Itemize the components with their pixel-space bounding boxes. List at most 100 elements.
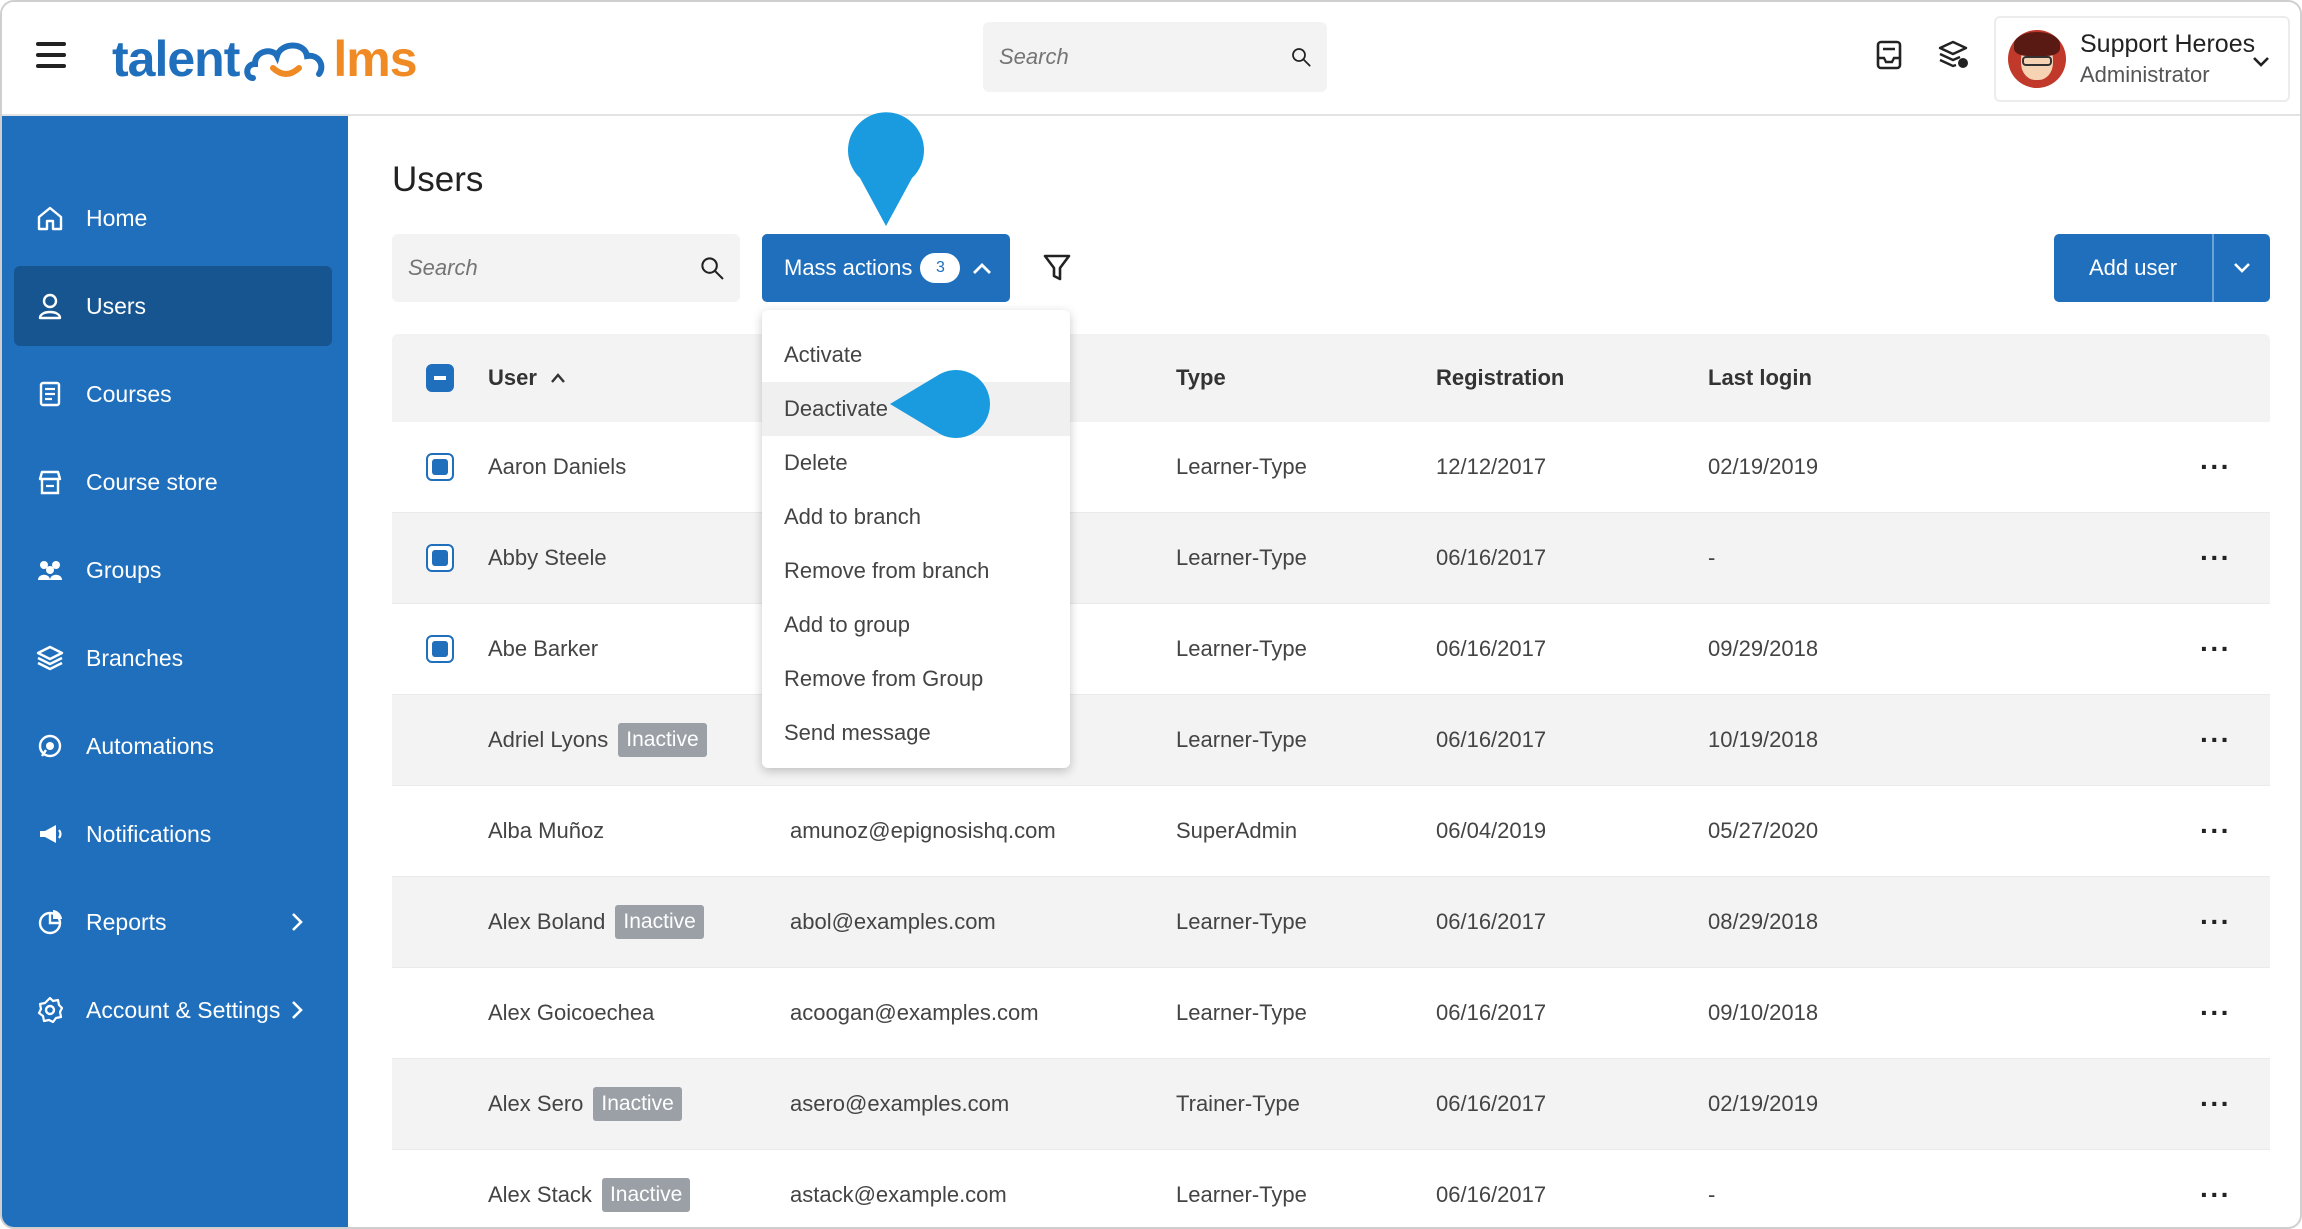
last-login-cell: 08/29/2018 (1708, 909, 1819, 934)
global-search[interactable] (983, 22, 1327, 92)
menu-item-remove-from-branch[interactable]: Remove from branch (762, 544, 1070, 598)
step-4-marker (890, 370, 990, 438)
mass-actions-label: Mass actions (784, 255, 913, 280)
type-cell: Learner-Type (1176, 545, 1307, 570)
type-cell: Learner-Type (1176, 454, 1307, 479)
inbox-icon[interactable] (1872, 38, 1906, 72)
type-cell: Trainer-Type (1176, 1091, 1300, 1116)
user-name-cell[interactable]: Adriel Lyons (488, 727, 608, 753)
sidebar-item-users[interactable]: Users (14, 266, 332, 346)
book-icon (39, 381, 61, 407)
sidebar-item-label: Courses (86, 380, 172, 407)
more-options-icon[interactable]: ··· (2200, 815, 2231, 847)
sidebar-item-account-settings[interactable]: Account & Settings (14, 970, 332, 1050)
menu-icon[interactable] (36, 42, 66, 68)
sort-asc-icon (551, 373, 565, 383)
mass-actions-button[interactable]: Mass actions 3 (762, 234, 1010, 302)
chevron-down-icon[interactable] (2250, 50, 2272, 72)
sidebar-item-label: Groups (86, 556, 162, 583)
user-name-cell[interactable]: Alba Muñoz (488, 818, 604, 844)
more-options-icon[interactable]: ··· (2200, 1179, 2231, 1211)
add-user-dropdown-toggle[interactable] (2214, 234, 2270, 302)
row-checkbox[interactable] (426, 453, 454, 481)
user-name-cell[interactable]: Alex Boland (488, 909, 605, 935)
search-icon[interactable] (700, 253, 724, 283)
type-cell: SuperAdmin (1176, 818, 1298, 843)
last-login-cell: 10/19/2018 (1708, 727, 1819, 752)
sidebar-item-label: Account & Settings (86, 996, 281, 1023)
sidebar-item-reports[interactable]: Reports (14, 882, 332, 962)
users-table: User Type Registration Last login Aaron … (392, 334, 2270, 1227)
more-options-icon[interactable]: ··· (2200, 633, 2231, 665)
more-options-icon[interactable]: ··· (2200, 1088, 2231, 1120)
menu-item-delete[interactable]: Delete (762, 436, 1070, 490)
table-row[interactable]: Alex Boland Inactive abol@examples.com Lear… (392, 877, 2270, 968)
sidebar-item-notifications[interactable]: Notifications (14, 794, 332, 874)
user-menu[interactable]: Support Heroes Administrator (1994, 16, 2290, 102)
more-options-icon[interactable]: ··· (2200, 724, 2231, 756)
menu-item-add-to-group[interactable]: Add to group (762, 598, 1070, 652)
table-row[interactable]: Alba Muñoz amunoz@epignosishq.com SuperAdm… (392, 786, 2270, 877)
user-name-cell[interactable]: Alex Stack (488, 1182, 592, 1208)
chevron-right-icon (292, 1001, 303, 1019)
user-name-cell[interactable]: Abe Barker (488, 636, 598, 662)
type-cell: Learner-Type (1176, 727, 1307, 752)
menu-item-add-to-branch[interactable]: Add to branch (762, 490, 1070, 544)
user-name-cell[interactable]: Alex Goicoechea (488, 1000, 654, 1026)
status-badge: Inactive (618, 723, 707, 757)
sidebar-item-label: Home (86, 204, 148, 231)
user-name-cell[interactable]: Alex Sero (488, 1091, 583, 1117)
megaphone-icon (40, 825, 62, 843)
users-search-input[interactable] (408, 255, 700, 281)
menu-item-send-message[interactable]: Send message (762, 706, 1070, 760)
table-row[interactable]: Alex Goicoechea acoogan@examples.com Learn… (392, 968, 2270, 1059)
column-registration[interactable]: Registration (1436, 334, 1564, 422)
top-bar: talent lms Support (2, 2, 2300, 116)
app-window: talent lms Support (0, 0, 2302, 1229)
layers-switch-icon[interactable] (1936, 38, 1970, 72)
user-name-cell[interactable]: Aaron Daniels (488, 454, 626, 480)
store-icon (38, 470, 62, 495)
table-row[interactable]: Abe Barker Learner-Type 06/16/2017 09/29/20… (392, 604, 2270, 695)
menu-item-remove-from-group[interactable]: Remove from Group (762, 652, 1070, 706)
add-user-button[interactable]: Add user (2054, 234, 2270, 302)
registration-cell: 06/16/2017 (1436, 1182, 1547, 1207)
row-checkbox[interactable] (426, 544, 454, 572)
home-icon (37, 206, 63, 231)
more-options-icon[interactable]: ··· (2200, 451, 2231, 483)
sidebar-item-home[interactable]: Home (14, 178, 332, 258)
row-checkbox[interactable] (426, 635, 454, 663)
logo-text-right: lms (333, 31, 417, 87)
sidebar-item-course-store[interactable]: Course store (14, 442, 332, 522)
column-user[interactable]: User (488, 334, 567, 422)
user-role: Administrator (2080, 61, 2210, 87)
table-row[interactable]: Abby Steele Learner-Type 06/16/2017 - ··· (392, 513, 2270, 604)
sidebar-item-automations[interactable]: Automations (14, 706, 332, 786)
status-badge: Inactive (601, 1178, 691, 1212)
status-badge: Inactive (593, 1087, 682, 1121)
more-options-icon[interactable]: ··· (2200, 997, 2231, 1029)
sidebar-item-groups[interactable]: Groups (14, 530, 332, 610)
sidebar-item-courses[interactable]: Courses (14, 354, 332, 434)
select-all-checkbox[interactable] (426, 364, 454, 392)
global-search-input[interactable] (999, 44, 1291, 70)
more-options-icon[interactable]: ··· (2200, 906, 2231, 938)
search-icon[interactable] (1291, 42, 1311, 72)
user-name-cell[interactable]: Abby Steele (488, 545, 607, 571)
table-row[interactable]: Alex Sero Inactive asero@examples.com Train… (392, 1059, 2270, 1150)
users-search[interactable] (392, 234, 740, 302)
chevron-up-icon (973, 263, 991, 274)
table-row[interactable]: Alex Stack Inactive astack@example.com Lear… (392, 1150, 2270, 1227)
table-row[interactable]: Aaron Daniels Learner-Type 12/12/2017 02/19… (392, 422, 2270, 513)
talentlms-logo[interactable]: talent lms (112, 24, 418, 94)
table-row[interactable]: Adriel Lyons Inactive Learner-Type 06/16/20… (392, 695, 2270, 786)
automation-icon (38, 734, 62, 758)
sidebar-item-branches[interactable]: Branches (14, 618, 332, 698)
table-header: User Type Registration Last login (392, 334, 2270, 422)
column-last-login[interactable]: Last login (1708, 334, 1812, 422)
filter-icon[interactable] (1042, 252, 1072, 284)
column-type[interactable]: Type (1176, 334, 1226, 422)
more-options-icon[interactable]: ··· (2200, 542, 2231, 574)
pie-chart-icon (38, 910, 62, 935)
groups-icon (38, 561, 62, 580)
